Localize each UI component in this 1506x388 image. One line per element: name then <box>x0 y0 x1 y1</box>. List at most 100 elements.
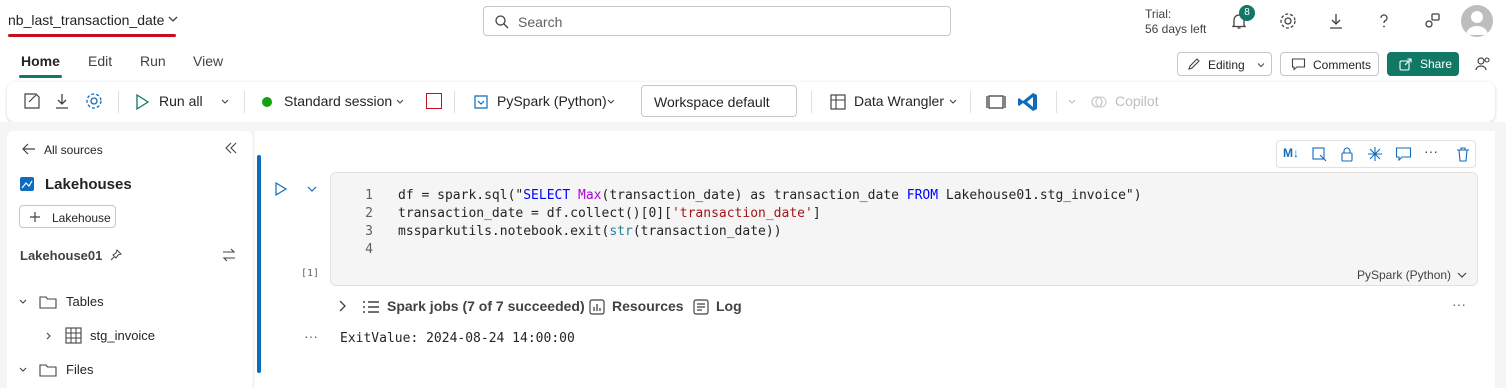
line-number: 1 <box>365 188 373 203</box>
folder-icon <box>39 296 57 309</box>
cell-toolbar: M↓ ··· <box>1276 140 1476 168</box>
avatar[interactable] <box>1461 5 1493 37</box>
separator <box>454 91 455 113</box>
chevron-down-icon[interactable] <box>167 13 179 25</box>
comment-icon[interactable] <box>1395 146 1412 162</box>
lakehouse-icon <box>20 177 34 191</box>
collapse-panel-icon[interactable] <box>224 142 238 154</box>
execution-count: [1] <box>301 268 320 279</box>
code-editor[interactable]: 1 2 3 4 df = spark.sql("SELECT Max(trans… <box>330 172 1478 286</box>
chevron-down-icon[interactable] <box>18 297 28 307</box>
line-number: 2 <box>365 206 373 221</box>
fullscreen-icon[interactable] <box>985 92 1007 112</box>
session-dropdown[interactable]: Standard session <box>284 93 392 109</box>
tab-view[interactable]: View <box>193 53 223 69</box>
settings-icon[interactable] <box>84 91 104 111</box>
play-icon[interactable] <box>134 93 150 111</box>
run-all-button[interactable]: Run all <box>159 93 203 109</box>
cell-language-dropdown[interactable]: PySpark (Python) <box>1357 268 1451 282</box>
chevron-down-icon[interactable] <box>948 97 958 107</box>
output-options-icon[interactable]: ··· <box>304 328 318 344</box>
search-box[interactable]: Search <box>483 6 951 36</box>
collapse-cell-icon[interactable] <box>306 183 318 195</box>
spark-jobs-toggle[interactable]: Spark jobs (7 of 7 succeeded) <box>387 298 585 314</box>
line-number: 3 <box>365 224 373 239</box>
search-icon <box>495 15 509 29</box>
switch-icon[interactable] <box>221 248 237 262</box>
freeze-icon[interactable] <box>1367 146 1383 162</box>
collaborators-icon[interactable] <box>1473 54 1493 74</box>
all-sources-link[interactable]: All sources <box>44 143 103 157</box>
separator <box>118 91 119 113</box>
code-line-3: mssparkutils.notebook.exit(str(transacti… <box>398 224 782 239</box>
copilot-button: Copilot <box>1115 93 1159 109</box>
delete-icon[interactable] <box>1455 146 1471 162</box>
trial-label: Trial: <box>1145 7 1172 21</box>
log-tab[interactable]: Log <box>716 298 742 314</box>
comments-label: Comments <box>1313 58 1372 72</box>
tab-run[interactable]: Run <box>140 53 166 69</box>
chevron-down-icon[interactable] <box>1456 269 1468 281</box>
folder-icon <box>39 364 57 377</box>
tree-item-tables[interactable]: Tables <box>66 294 104 309</box>
tab-edit[interactable]: Edit <box>88 53 112 69</box>
title-underline <box>8 34 176 37</box>
add-lakehouse-button[interactable]: Lakehouse <box>19 205 116 228</box>
pencil-icon <box>1188 58 1200 70</box>
lakehouse-name[interactable]: Lakehouse01 <box>20 248 102 263</box>
more-options-icon[interactable]: ··· <box>1452 296 1466 312</box>
chevron-down-icon[interactable] <box>606 97 616 107</box>
language-dropdown[interactable]: PySpark (Python) <box>497 93 607 109</box>
session-status-icon <box>262 97 272 107</box>
spark-jobs-icon <box>363 301 379 313</box>
share-icon <box>1399 58 1412 71</box>
stop-session-icon[interactable] <box>426 93 442 109</box>
tree-item-files[interactable]: Files <box>66 362 93 377</box>
run-cell-icon[interactable] <box>274 181 288 197</box>
cell-select-icon[interactable] <box>1311 146 1327 162</box>
download-icon[interactable] <box>52 91 72 111</box>
help-icon[interactable] <box>1374 11 1394 31</box>
markdown-toggle-icon[interactable]: M↓ <box>1283 146 1299 160</box>
comment-icon <box>1291 58 1306 71</box>
gear-icon[interactable] <box>1278 11 1298 31</box>
editing-label: Editing <box>1208 58 1245 72</box>
active-cell-indicator <box>257 155 261 373</box>
explorer-panel: All sources Lakehouses Lakehouse Lakehou… <box>7 131 252 388</box>
cell-output: ExitValue: 2024-08-24 14:00:00 <box>340 331 575 346</box>
chevron-down-icon[interactable] <box>18 365 28 375</box>
comments-button[interactable]: Comments <box>1280 52 1379 76</box>
chevron-right-icon[interactable] <box>337 300 347 312</box>
code-line-2: transaction_date = df.collect()[0]['tran… <box>398 206 821 221</box>
tab-home[interactable]: Home <box>21 53 60 69</box>
user-icon <box>1466 11 1488 35</box>
pin-icon[interactable] <box>110 249 122 261</box>
trial-days: 56 days left <box>1145 22 1207 36</box>
data-wrangler-button[interactable]: Data Wrangler <box>854 93 944 109</box>
more-options-icon[interactable]: ··· <box>1424 143 1438 159</box>
copilot-icon <box>1091 96 1107 108</box>
chevron-right-icon[interactable] <box>44 331 54 341</box>
workspace-label: Workspace default <box>654 94 770 110</box>
lock-icon[interactable] <box>1339 146 1355 162</box>
notification-badge: 8 <box>1239 5 1255 21</box>
vscode-icon[interactable] <box>1017 91 1039 113</box>
save-icon[interactable] <box>22 91 42 111</box>
code-line-1: df = spark.sql("SELECT Max(transaction_d… <box>398 188 1142 203</box>
trial-status[interactable]: Trial: 56 days left <box>1145 7 1206 37</box>
editing-button[interactable]: Editing <box>1177 52 1272 76</box>
share-button[interactable]: Share <box>1387 52 1459 76</box>
resources-tab[interactable]: Resources <box>612 298 684 314</box>
back-arrow-icon[interactable] <box>21 141 37 157</box>
notebook-title[interactable]: nb_last_transaction_date <box>8 12 164 28</box>
download-icon[interactable] <box>1326 11 1346 31</box>
share-label: Share <box>1420 57 1453 71</box>
chevron-down-icon[interactable] <box>220 97 230 107</box>
tree-item-stg-invoice[interactable]: stg_invoice <box>90 328 155 343</box>
feedback-icon[interactable] <box>1422 11 1442 31</box>
chevron-down-icon[interactable] <box>395 97 405 107</box>
separator <box>1056 91 1057 113</box>
workspace-environment-button[interactable]: Workspace default <box>641 85 797 117</box>
plus-icon <box>30 212 40 222</box>
chevron-down-icon <box>1257 63 1265 68</box>
